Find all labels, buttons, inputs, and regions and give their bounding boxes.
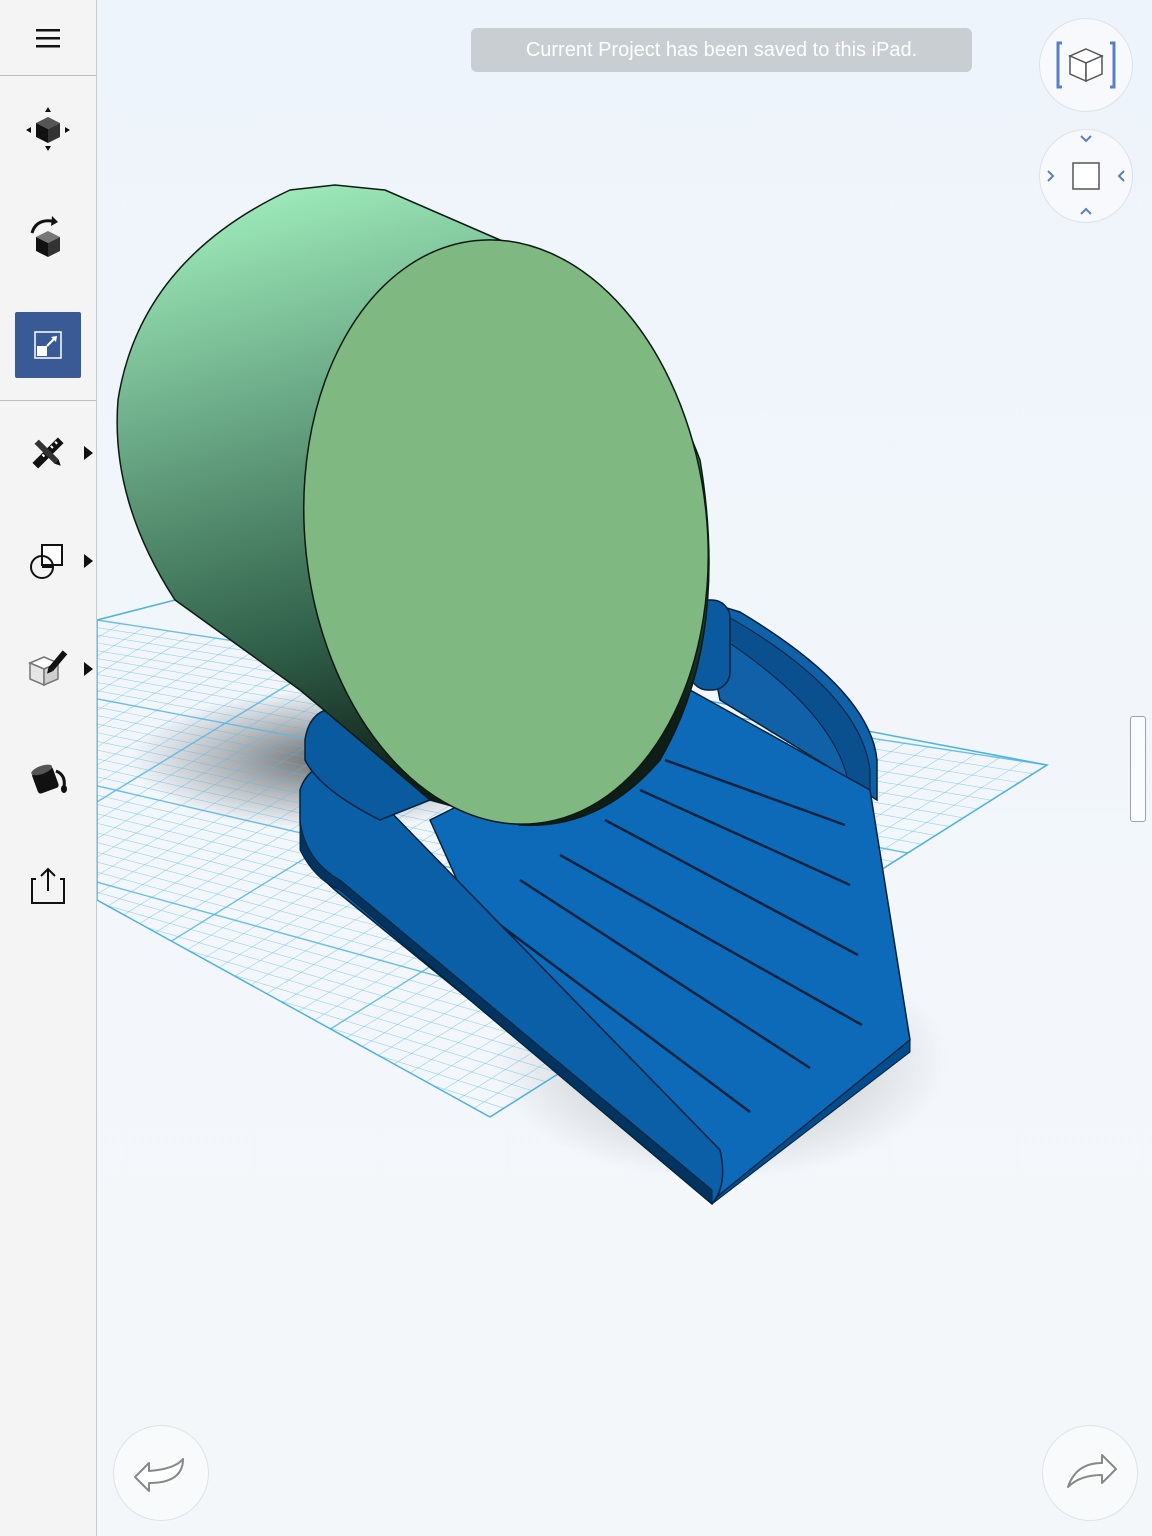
scale-tool-button[interactable]: [15, 312, 81, 378]
share-icon: [31, 867, 65, 904]
redo-icon: [1067, 1454, 1117, 1488]
undo-icon: [134, 1458, 184, 1492]
sketch-tools-button[interactable]: [15, 420, 93, 486]
edit-cube-icon: [28, 650, 68, 687]
submenu-arrow-icon: [84, 662, 93, 676]
3d-scene[interactable]: [97, 0, 1152, 1536]
submenu-arrow-icon: [84, 446, 93, 460]
move-tool-button[interactable]: [15, 96, 81, 162]
submenu-arrow-icon: [84, 554, 93, 568]
view-cube-button[interactable]: [1039, 18, 1133, 112]
save-toast: Current Project has been saved to this i…: [471, 28, 972, 72]
sidebar-divider: [0, 75, 96, 76]
pencil-ruler-icon: [32, 437, 64, 469]
primitives-button[interactable]: [15, 528, 93, 594]
zoom-slider-handle[interactable]: [1130, 716, 1146, 822]
undo-button[interactable]: [113, 1425, 209, 1521]
view-cube-icon: [1056, 41, 1116, 89]
rotate-cube-icon: [30, 216, 60, 257]
orbit-pad[interactable]: [1039, 129, 1133, 223]
sidebar-divider: [0, 400, 96, 401]
scale-icon: [34, 331, 62, 359]
rotate-tool-button[interactable]: [15, 204, 81, 270]
export-button[interactable]: [15, 852, 81, 918]
menu-button[interactable]: [0, 0, 96, 75]
move-cube-icon: [26, 107, 70, 151]
orbit-pad-icon: [1047, 135, 1125, 215]
redo-button[interactable]: [1042, 1425, 1138, 1521]
shapes-icon: [30, 544, 63, 579]
paint-bucket-icon: [31, 764, 67, 794]
3d-viewport[interactable]: Current Project has been saved to this i…: [97, 0, 1152, 1536]
modify-tools-button[interactable]: [15, 636, 93, 702]
material-tool-button[interactable]: [15, 744, 81, 810]
tool-sidebar: [0, 0, 97, 1536]
hamburger-icon: [36, 28, 60, 47]
